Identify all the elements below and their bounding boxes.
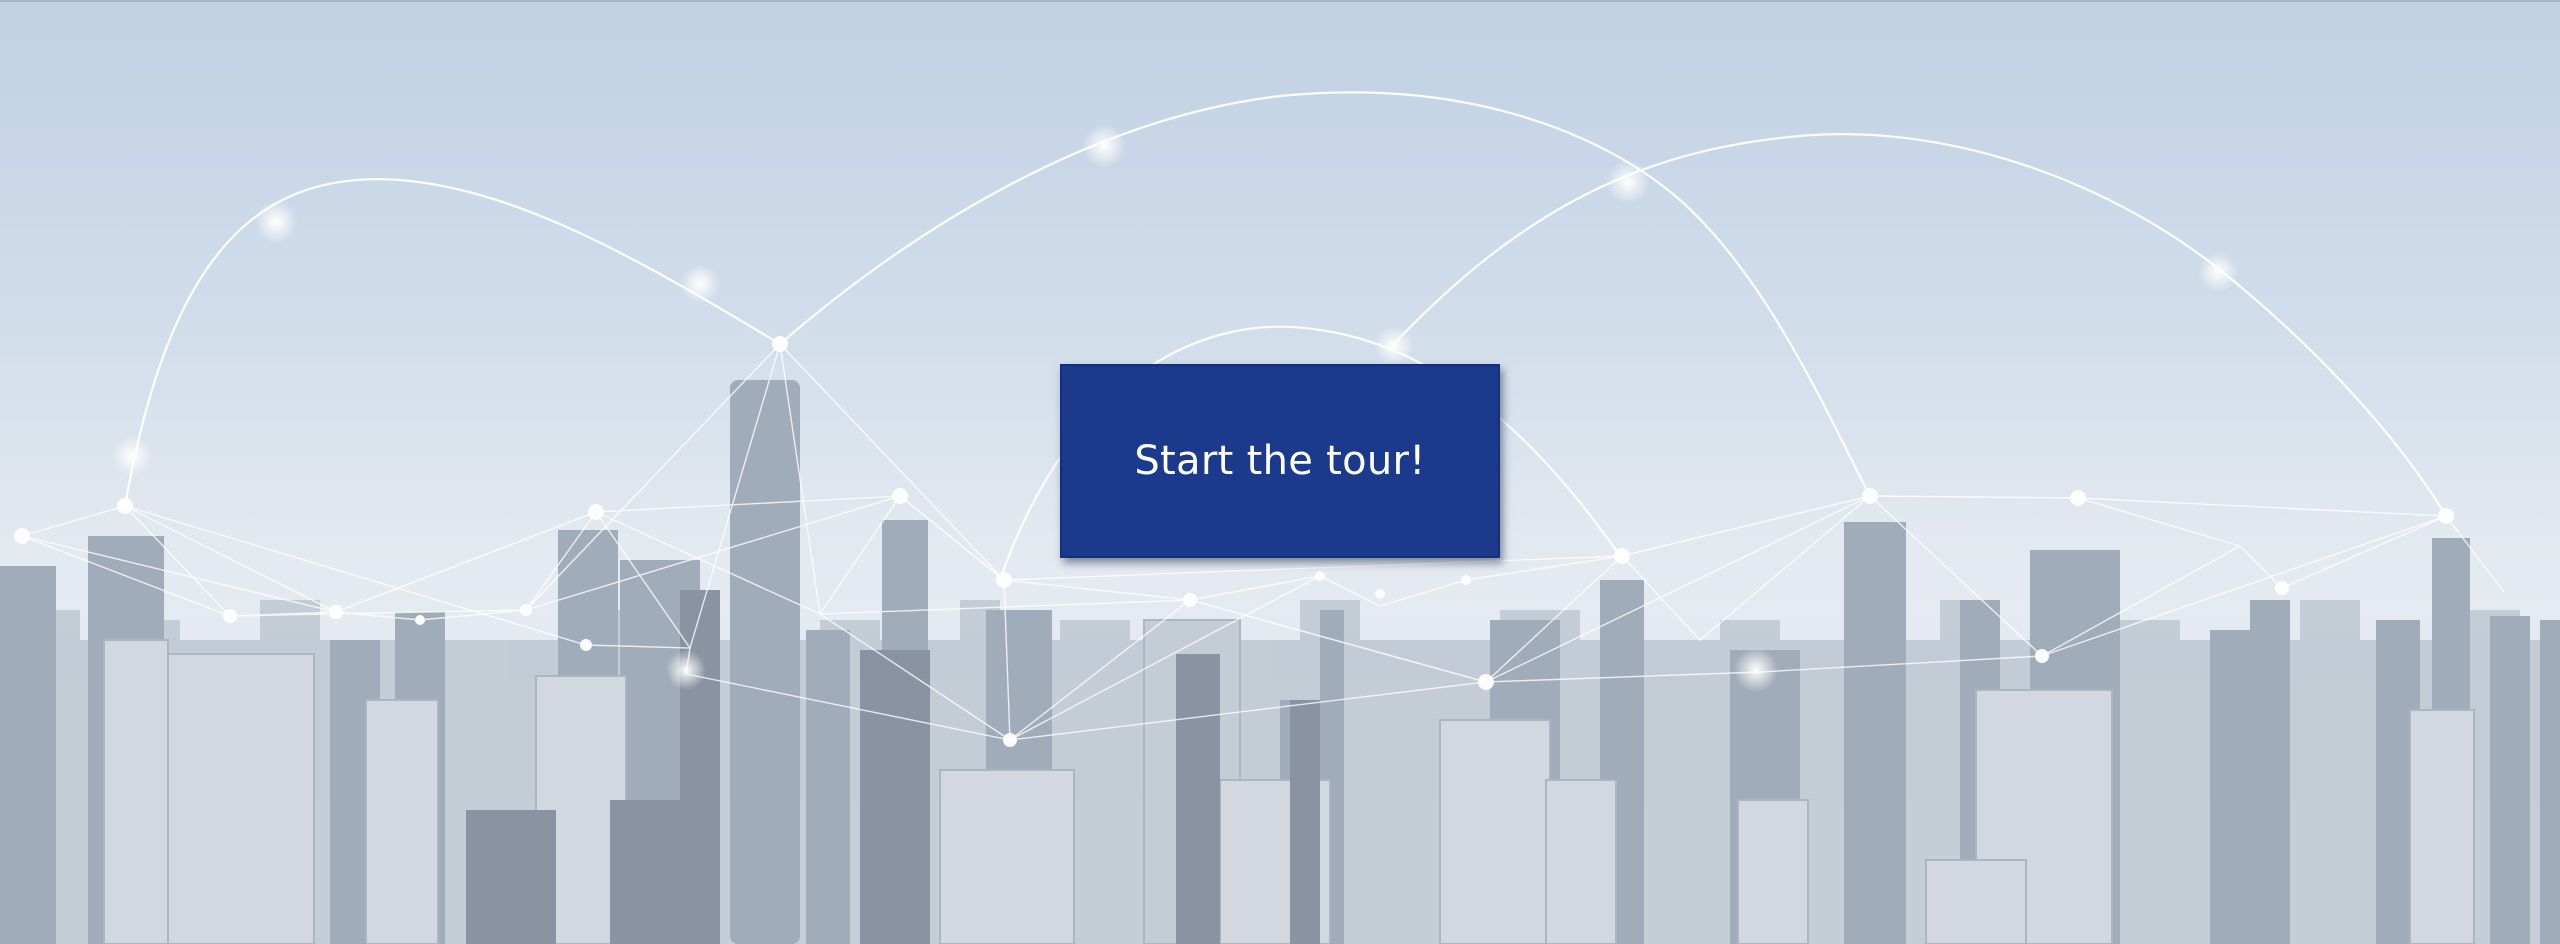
- start-tour-label: Start the tour!: [1134, 438, 1426, 484]
- hero-banner: Start the tour!: [0, 0, 2560, 944]
- start-tour-button[interactable]: Start the tour!: [1060, 364, 1500, 558]
